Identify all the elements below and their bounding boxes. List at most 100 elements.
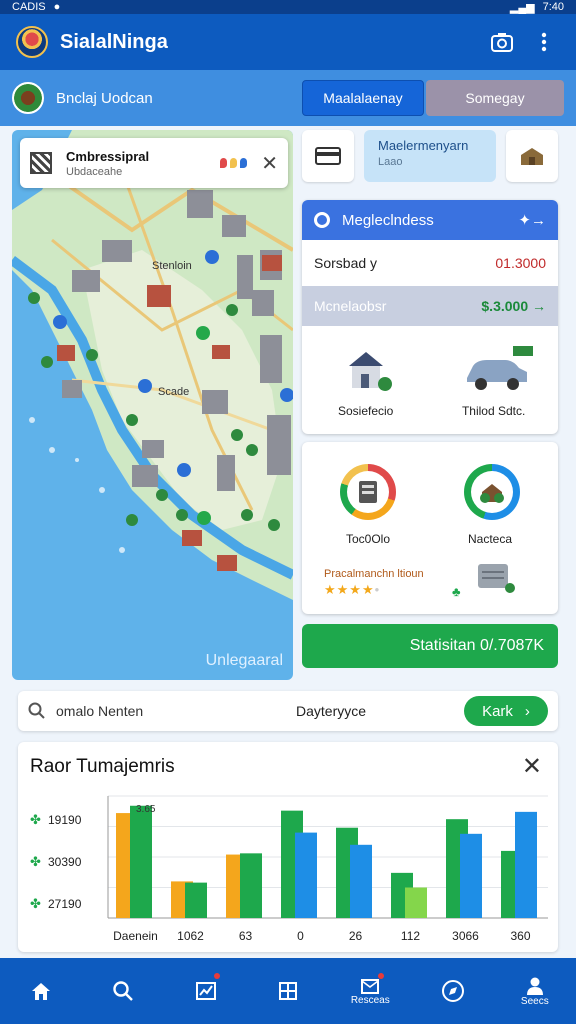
progress-ring[interactable] (464, 464, 520, 520)
y-tick-arrow: ✤ (30, 812, 41, 827)
nav-profile[interactable]: Seecs (505, 965, 565, 1017)
x-tick-label: 63 (239, 929, 253, 943)
x-tick-label: 112 (401, 929, 420, 943)
app-bar: SialalNinga (0, 14, 576, 70)
x-tick-label: 1062 (177, 929, 204, 943)
search-filter-label[interactable]: Dayteryyce (296, 703, 464, 719)
close-icon[interactable]: ✕ (261, 151, 278, 176)
bar (460, 833, 482, 918)
bar (240, 853, 262, 918)
nav-grid[interactable] (258, 965, 318, 1017)
panel-subrow[interactable]: Mcnelaobsr $.3.000 → (302, 286, 558, 326)
nav-home[interactable] (11, 965, 71, 1017)
bar (350, 844, 372, 918)
panel-header-label: Megleclndess (342, 211, 434, 229)
y-tick-arrow: ✤ (30, 896, 41, 911)
panel-row: Sorsbad y 01.3000 (302, 240, 558, 286)
panel-row-label: Sorsbad y (314, 255, 378, 271)
search-bar: Dayteryyce Kark › (18, 691, 558, 731)
notification-icon: ● (53, 1, 61, 13)
panel-subrow-label: Mcnelaobsr (314, 298, 387, 314)
nav-chart[interactable] (176, 965, 236, 1017)
tool-row: Maelermenyarn Laao (302, 130, 558, 182)
server-icon (474, 558, 516, 599)
search-input[interactable] (56, 703, 296, 719)
map-watermark: Unlegaaral (205, 652, 283, 669)
status-text: CADIS (12, 1, 46, 13)
tab-inactive[interactable]: Somegay (426, 80, 564, 116)
signal-icon: ▂▄▆ (509, 1, 535, 14)
bar (515, 811, 537, 918)
map-label: Stenloin (152, 260, 192, 272)
statistics-button[interactable]: Statisitan 0/.7087K (302, 624, 558, 668)
car-icon (463, 342, 533, 396)
x-tick-label: 0 (297, 929, 304, 943)
notification-badge (378, 973, 385, 979)
details-panel: Megleclndess ✦→ Sorsbad y 01.3000 Mcnela… (302, 200, 558, 434)
nav-compass[interactable] (423, 965, 483, 1017)
compass-icon (441, 980, 464, 1002)
status-bar: CADIS ● ▂▄▆ 7:40 (0, 0, 576, 14)
panel-subrow-value: $.3.000 → (481, 298, 546, 314)
right-column: Maelermenyarn Laao Megleclndess ✦→ Sorsb… (302, 130, 558, 668)
card-icon[interactable] (302, 130, 354, 182)
search-icon (113, 981, 134, 1001)
x-tick-label: Daenein (113, 929, 158, 943)
x-tick-label: 3066 (452, 929, 479, 943)
search-go-button[interactable]: Kark › (464, 696, 548, 726)
y-tick-label: 27190 (48, 897, 82, 911)
bar (295, 832, 317, 918)
bar (185, 882, 207, 918)
progress-ring[interactable] (340, 464, 396, 520)
tool-subtitle: Laao (378, 156, 403, 168)
nav-label: Seecs (520, 995, 549, 1007)
map-card-title: Cmbressipral (66, 148, 150, 164)
chart-annotation: 3.65 (136, 804, 156, 815)
camera-icon[interactable] (486, 26, 518, 58)
notification-badge (213, 973, 220, 979)
main-content: Cmbressipral Ubdaceahe ✕ Stenloin Scade … (0, 126, 576, 958)
map-canvas (12, 130, 293, 600)
more-vert-icon[interactable] (528, 26, 560, 58)
x-tick-label: 360 (510, 929, 530, 943)
mail-icon (361, 978, 380, 994)
building-icon[interactable] (506, 130, 558, 182)
property-cell[interactable]: Sosiefecio (335, 342, 397, 418)
tab-active[interactable]: Maalalaenay (302, 80, 424, 116)
x-tick-label: 26 (349, 929, 363, 943)
map-label: Scade (158, 386, 190, 398)
nav-search[interactable] (93, 965, 153, 1017)
panel-row-value: 01.3000 (495, 255, 546, 271)
cell-label: Sosiefecio (337, 404, 394, 418)
sub-header-label: Bnclaj Uodcan (56, 89, 153, 107)
forward-arrow-icon[interactable]: ✦→ (518, 211, 546, 229)
chart-card: Raor Tumajemris ✕ ✤ 19190 ✤ 30390 ✤ 27190 Daen… (18, 742, 558, 952)
sub-header: Bnclaj Uodcan Maalalaenay Somegay (0, 70, 576, 126)
search-icon (314, 212, 330, 228)
grid-icon (278, 982, 297, 1000)
ring-label: Toc0Olo (346, 532, 391, 546)
tool-selected[interactable]: Maelermenyarn Laao (364, 130, 496, 182)
pin-icons (220, 158, 248, 168)
chart-icon (195, 982, 216, 1000)
nav-mail[interactable]: Resceas (340, 965, 400, 1017)
nav-label: Resceas (350, 994, 390, 1006)
map-info-card[interactable]: Cmbressipral Ubdaceahe ✕ (20, 138, 288, 188)
home-icon (32, 983, 51, 1000)
app-logo (16, 26, 48, 58)
cell-label: Thilod Sdtc. (461, 404, 526, 418)
y-tick-label: 30390 (48, 855, 82, 869)
vehicle-cell[interactable]: Thilod Sdtc. (461, 342, 533, 418)
profile-icon (526, 977, 543, 995)
map-view[interactable]: Cmbressipral Ubdaceahe ✕ Stenloin Scade … (12, 130, 293, 680)
map-card-subtitle: Ubdaceahe (66, 165, 123, 178)
bottom-nav: Resceas Seecs (0, 958, 576, 1024)
bar (405, 887, 427, 918)
avatar[interactable] (12, 82, 44, 114)
leaf-icon: ♣ (452, 584, 461, 599)
rating-label: Pracalmanchn ltioun (324, 568, 424, 580)
panel-header[interactable]: Megleclndess ✦→ (302, 200, 558, 240)
y-tick-label: 19190 (48, 813, 82, 827)
panel-grid: Sosiefecio Thilod Sdtc. (302, 326, 558, 434)
chevron-right-icon: › (524, 702, 530, 720)
